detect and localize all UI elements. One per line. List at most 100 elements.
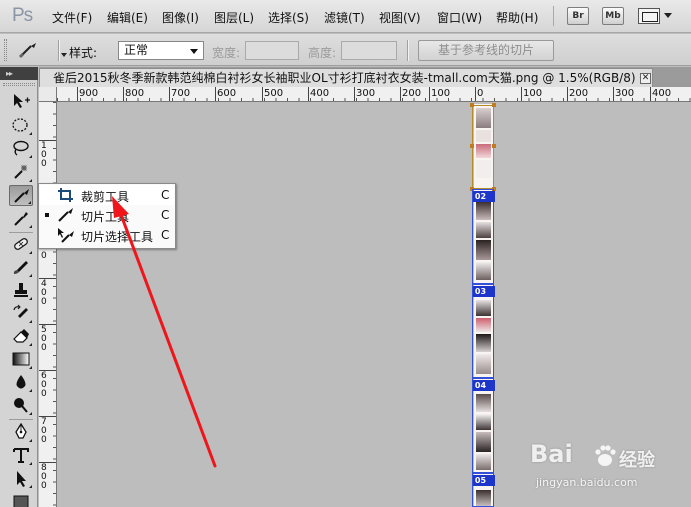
eyedropper-tool[interactable]: [9, 208, 33, 229]
tool-group-indicator: [29, 462, 32, 465]
move-tool[interactable]: [9, 91, 33, 112]
gradient-tool[interactable]: [9, 349, 33, 370]
history-brush-tool[interactable]: [9, 303, 33, 324]
eraser-icon: [13, 329, 29, 343]
tool-group-indicator: [29, 485, 32, 488]
stamp-icon: [14, 283, 28, 297]
mini-bridge-button[interactable]: Mb: [602, 7, 624, 25]
slice-badge: [488, 191, 495, 202]
menu-select[interactable]: 选择(S): [268, 9, 309, 26]
ruler-label: 0: [41, 297, 47, 307]
ruler-label: 200: [569, 88, 589, 99]
type-tool[interactable]: [9, 445, 33, 466]
slice-handle[interactable]: [470, 144, 474, 148]
blur-tool[interactable]: [9, 372, 33, 393]
eraser-tool[interactable]: [9, 326, 33, 347]
slice-handle[interactable]: [492, 103, 496, 107]
document-tab[interactable]: 雀后2015秋冬季新款韩范纯棉白衬衫女长袖职业OL寸衫打底衬衣女装-tmall.…: [39, 68, 653, 87]
menu-layer[interactable]: 图层(L): [214, 9, 254, 26]
flyout-slice-select-tool[interactable]: 切片选择工具 C: [40, 225, 174, 245]
slice-05[interactable]: 05: [472, 473, 495, 507]
tool-preset-picker[interactable]: [14, 40, 67, 60]
ruler-origin[interactable]: [39, 87, 57, 102]
move-icon: [14, 94, 30, 108]
ruler-major-tick: [613, 87, 614, 101]
style-select[interactable]: 正常: [118, 41, 204, 60]
menu-edit[interactable]: 编辑(E): [107, 9, 148, 26]
vertical-ruler[interactable]: 1 0 0 2 0 0 3 0 0 4 0 0 5 0 0 6 0 0 7 0 …: [39, 102, 57, 507]
baidu-paw-icon: [595, 445, 616, 466]
ruler-label: 300: [615, 88, 635, 99]
slice-number-label: 03: [473, 286, 488, 297]
chevron-down-icon[interactable]: [664, 13, 672, 18]
screen-mode-icon[interactable]: [638, 8, 660, 24]
style-label: 样式:: [69, 46, 98, 60]
brush-tool[interactable]: [9, 257, 33, 278]
ruler-major-tick: [400, 87, 401, 101]
menu-bar: Ps 文件(F) 编辑(E) 图像(I) 图层(L) 选择(S) 滤镜(T) 视…: [0, 0, 691, 33]
slice-01-selected[interactable]: [470, 103, 496, 191]
ruler-major-tick: [262, 87, 263, 101]
slice-handle[interactable]: [492, 144, 496, 148]
path-selection-tool[interactable]: [9, 468, 33, 489]
healing-brush-tool[interactable]: [9, 234, 33, 255]
menu-help[interactable]: 帮助(H): [496, 9, 538, 26]
flyout-shortcut: C: [161, 208, 170, 222]
quick-selection-tool[interactable]: [9, 162, 33, 183]
ruler-major-tick: [429, 87, 430, 101]
menu-filter[interactable]: 滤镜(T): [324, 9, 365, 26]
tool-group-indicator: [29, 297, 32, 300]
rectangle-icon: [13, 495, 29, 507]
tool-group-indicator: [29, 412, 32, 415]
ruler-major-tick: [77, 87, 78, 101]
menu-file[interactable]: 文件(F): [52, 9, 92, 26]
options-bar: 样式: 正常 宽度: 高度: 基于参考线的切片: [0, 34, 691, 66]
bridge-button[interactable]: Br: [567, 7, 589, 25]
slice-03[interactable]: 03: [472, 284, 495, 378]
horizontal-ruler[interactable]: 900 800 700 600 500 400 300 200 100 0 10…: [57, 87, 691, 102]
close-icon[interactable]: ✕: [640, 73, 651, 84]
width-field[interactable]: [245, 41, 299, 60]
slice-badge: [488, 380, 495, 391]
slice-badge: [488, 286, 495, 297]
tools-panel-grip[interactable]: [3, 83, 35, 86]
shape-tool[interactable]: [9, 491, 33, 507]
flyout-shortcut: C: [161, 228, 170, 242]
slice-02[interactable]: 02: [472, 189, 495, 284]
lasso-tool[interactable]: [9, 138, 33, 159]
elliptical-marquee-icon: [12, 118, 28, 132]
menu-window[interactable]: 窗口(W): [437, 9, 482, 26]
height-field[interactable]: [341, 41, 397, 60]
slices-from-guides-button[interactable]: 基于参考线的切片: [418, 40, 554, 61]
tools-panel-collapse[interactable]: ▸▸: [0, 67, 38, 80]
slice-tool-icon: [58, 208, 73, 222]
tool-group-indicator: [29, 155, 32, 158]
document-title: 雀后2015秋冬季新款韩范纯棉白衬衫女长袖职业OL寸衫打底衬衣女装-tmall.…: [53, 71, 646, 85]
water-drop-icon: [16, 375, 26, 389]
tools-divider: [9, 232, 33, 233]
document-tab-bar: 雀后2015秋冬季新款韩范纯棉白衬衫女长袖职业OL寸衫打底衬衣女装-tmall.…: [39, 67, 691, 87]
tools-divider: [9, 419, 33, 420]
ruler-label: 100: [523, 88, 543, 99]
tool-group-indicator: [29, 132, 32, 135]
tool-group-indicator: [29, 439, 32, 442]
dodge-tool[interactable]: [9, 395, 33, 416]
marquee-tool[interactable]: [9, 115, 33, 136]
crop-icon: [58, 188, 73, 202]
menu-view[interactable]: 视图(V): [379, 9, 421, 26]
menu-image[interactable]: 图像(I): [162, 9, 199, 26]
pen-tool[interactable]: [9, 422, 33, 443]
slice-tool-active[interactable]: [9, 185, 33, 206]
slice-number-label: 02: [473, 191, 488, 202]
slice-badge: [488, 475, 495, 486]
photoshop-window: Ps 文件(F) 编辑(E) 图像(I) 图层(L) 选择(S) 滤镜(T) 视…: [0, 0, 691, 507]
flyout-slice-tool[interactable]: 切片工具 C: [40, 205, 174, 225]
slice-handle[interactable]: [470, 103, 474, 107]
clone-stamp-tool[interactable]: [9, 280, 33, 301]
slice-04[interactable]: 04: [472, 378, 495, 473]
ruler-major-tick: [567, 87, 568, 101]
options-grip[interactable]: [4, 39, 7, 61]
ruler-label: 0: [477, 88, 484, 99]
tool-group-indicator: [29, 251, 32, 254]
flyout-crop-tool[interactable]: 裁剪工具 C: [40, 185, 174, 205]
